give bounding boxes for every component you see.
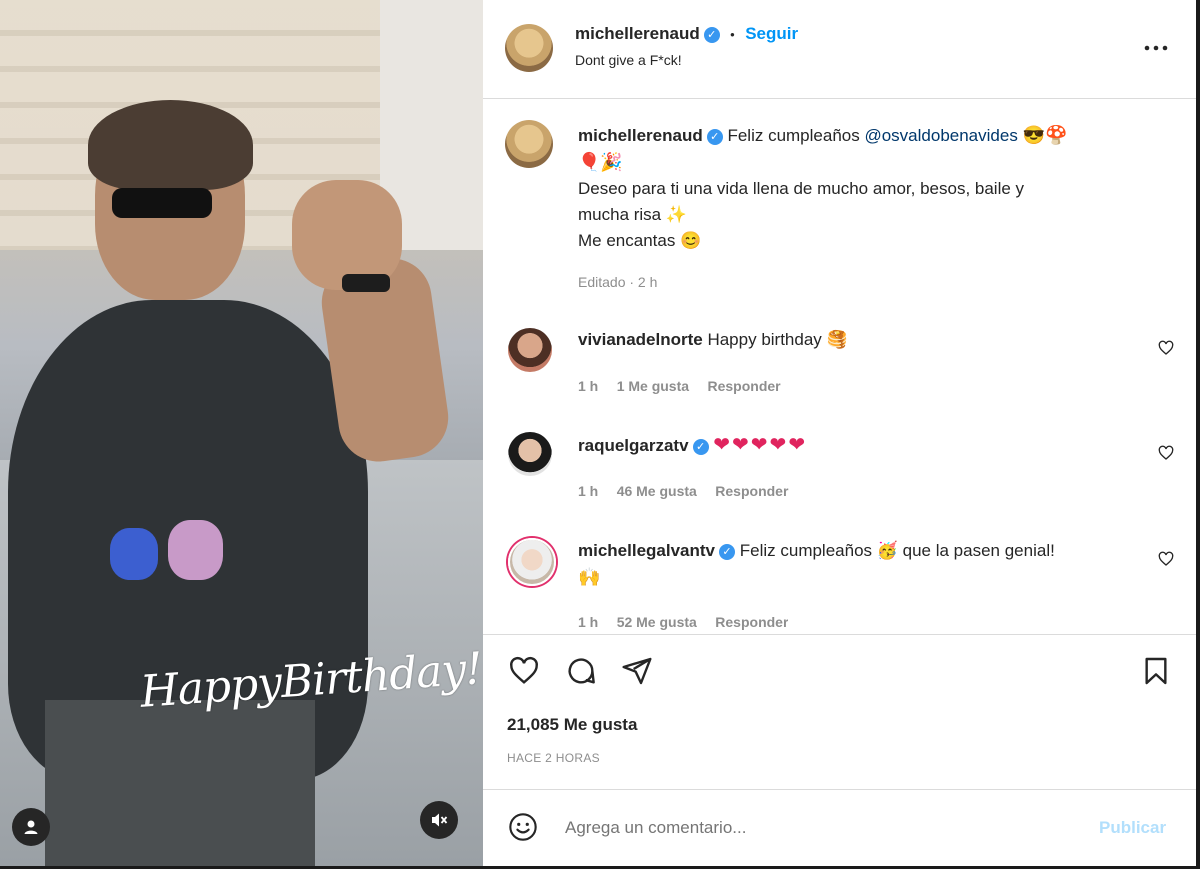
commenter-username[interactable]: michellegalvantv (578, 541, 715, 560)
commenter-username[interactable]: raquelgarzatv (578, 436, 689, 455)
comment-body: raquelgarzatv ✓ ❤❤❤❤❤ (578, 432, 807, 459)
mute-toggle-button[interactable] (420, 801, 458, 839)
comment-likes[interactable]: 1 Me gusta (617, 378, 689, 394)
wrist-watch (342, 274, 390, 292)
bookmark-icon[interactable] (1139, 655, 1173, 687)
smiley-icon[interactable] (507, 811, 539, 843)
post-timestamp[interactable]: HACE 2 HORAS (507, 751, 600, 765)
comment-input[interactable] (563, 814, 1067, 842)
commenter-avatar-with-story-ring[interactable] (508, 538, 556, 586)
comment-time: 1 h (578, 378, 599, 394)
divider (483, 789, 1196, 790)
caption-author-avatar[interactable] (505, 120, 553, 168)
comment-text: Happy birthday 🥞 (707, 330, 848, 349)
verified-badge-icon: ✓ (692, 438, 709, 455)
comment-time: 1 h (578, 614, 599, 630)
person-hair (88, 100, 253, 190)
more-options-button[interactable] (1143, 36, 1169, 65)
caption-line: Deseo para ti una vida llena de mucho am… (578, 179, 1025, 198)
author-username[interactable]: michellerenaud (575, 24, 700, 43)
caption-username[interactable]: michellerenaud (578, 126, 703, 145)
comment-text: 🙌 (578, 567, 601, 587)
speaker-muted-icon (432, 813, 448, 827)
caption-line: mucha risa ✨ (578, 205, 688, 224)
caption-emojis: 😎🍄 (1022, 125, 1068, 145)
verified-badge-icon: ✓ (706, 128, 723, 145)
post-media-video[interactable]: HappyBirthday! (0, 0, 483, 866)
heart-icon[interactable] (1158, 551, 1174, 567)
heart-icon[interactable] (1158, 445, 1174, 461)
comment-meta: 1 h 1 Me gusta Responder (578, 378, 781, 396)
comment-time: 1 h (578, 483, 599, 499)
water-bottle (110, 528, 158, 580)
author-subtitle: Dont give a F*ck! (575, 52, 682, 68)
heart-icon[interactable] (507, 655, 541, 687)
comment-likes[interactable]: 46 Me gusta (617, 483, 697, 499)
comment-body: vivianadelnorte Happy birthday 🥞 (578, 327, 848, 353)
instagram-post-modal: HappyBirthday! michellerenaud ✓ • Seguir … (0, 0, 1200, 869)
comment-likes[interactable]: 52 Me gusta (617, 614, 697, 630)
tagged-users-button[interactable] (12, 808, 50, 846)
verified-badge-icon: ✓ (703, 26, 720, 43)
sunglasses (112, 188, 212, 218)
comment-text: ❤❤❤❤❤ (713, 434, 808, 456)
more-horizontal-icon (1144, 45, 1168, 51)
author-avatar[interactable] (505, 24, 553, 72)
likes-count[interactable]: 21,085 Me gusta (507, 715, 637, 735)
comment-icon[interactable] (564, 655, 598, 687)
comment-meta: 1 h 46 Me gusta Responder (578, 483, 788, 501)
comment-meta: 1 h 52 Me gusta Responder (578, 614, 788, 632)
commenter-avatar[interactable] (508, 432, 552, 476)
commenter-avatar[interactable] (508, 328, 552, 372)
water-bottle (168, 520, 223, 580)
comment-body: michellegalvantv ✓ Feliz cumpleaños 🥳 que… (578, 538, 1138, 591)
verified-badge-icon: ✓ (719, 543, 736, 560)
reply-button[interactable]: Responder (708, 378, 781, 394)
heart-icon[interactable] (1158, 340, 1174, 356)
send-icon[interactable] (620, 655, 654, 687)
user-icon (24, 820, 38, 834)
comment-text: Feliz cumpleaños 🥳 que la pasen genial! (739, 541, 1055, 560)
caption-meta: Editado · 2 h (578, 274, 658, 290)
caption-text: michellerenaud ✓ Feliz cumpleaños @osvald… (578, 122, 1168, 254)
separator-dot: • (730, 27, 735, 42)
author-info: michellerenaud ✓ • Seguir Dont give a F*c… (575, 24, 798, 68)
follow-button[interactable]: Seguir (745, 24, 798, 43)
caption-emojis: 🎈🎉 (578, 152, 623, 172)
post-header: michellerenaud ✓ • Seguir Dont give a F*c… (483, 0, 1196, 99)
publish-button[interactable]: Publicar (1099, 818, 1166, 838)
post-details-panel: michellerenaud ✓ • Seguir Dont give a F*c… (483, 0, 1196, 866)
commenter-username[interactable]: vivianadelnorte (578, 330, 703, 349)
reply-button[interactable]: Responder (715, 614, 788, 630)
divider (483, 634, 1196, 635)
mention-link[interactable]: @osvaldobenavides (864, 126, 1017, 145)
caption-line: Me encantas 😊 (578, 231, 702, 250)
reply-button[interactable]: Responder (715, 483, 788, 499)
person-legs (45, 700, 315, 866)
caption-greeting: Feliz cumpleaños (727, 126, 860, 145)
